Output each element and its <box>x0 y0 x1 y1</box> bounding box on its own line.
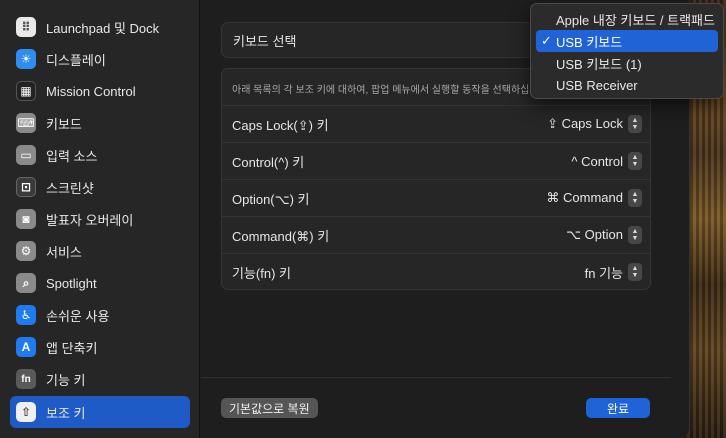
popup-value: ^ Control <box>571 153 623 169</box>
launchpad-icon: ⠿ <box>16 17 36 37</box>
chevron-updown-icon: ▲ ▼ <box>628 152 642 170</box>
modifier-row-caps-lock: Caps Lock(⇪) 키 ⇪ Caps Lock ▲ ▼ <box>222 105 650 142</box>
modifier-keys-panel: 아래 목록의 각 보조 키에 대하여, 팝업 메뉴에서 실행할 동작을 선택하십… <box>221 68 651 290</box>
sidebar-item-label: 앱 단축키 <box>46 340 98 356</box>
fn-popup[interactable]: fn 기능 ▲ ▼ <box>585 263 642 282</box>
sidebar-item-services[interactable]: ⚙ 서비스 <box>10 235 190 267</box>
sidebar-item-label: 입력 소스 <box>46 148 98 164</box>
menu-item-label: USB 키보드 (1) <box>556 56 642 72</box>
control-popup[interactable]: ^ Control ▲ ▼ <box>571 152 642 170</box>
display-icon: ☀ <box>16 49 36 69</box>
accessibility-icon: ♿ <box>16 305 36 325</box>
presenter-overlay-icon: ◙ <box>16 209 36 229</box>
sidebar-item-label: 서비스 <box>46 244 82 260</box>
sidebar-item-keyboard[interactable]: ⌨ 키보드 <box>10 107 190 139</box>
input-sources-icon: ▭ <box>16 145 36 165</box>
row-label: Caps Lock(⇪) 키 <box>232 117 329 133</box>
keyboard-icon: ⌨ <box>16 113 36 133</box>
sidebar-item-label: Spotlight <box>46 275 97 291</box>
sidebar-item-label: 키보드 <box>46 116 82 132</box>
sidebar-item-function-keys[interactable]: fn 기능 키 <box>10 363 190 395</box>
sidebar-item-presenter-overlay[interactable]: ◙ 발표자 오버레이 <box>10 203 190 235</box>
modifier-row-command: Command(⌘) 키 ⌥ Option ▲ ▼ <box>222 216 650 253</box>
sidebar-item-input-sources[interactable]: ▭ 입력 소스 <box>10 139 190 171</box>
menu-item-usb-keyboard[interactable]: ✓ USB 키보드 <box>536 30 718 52</box>
app-shortcuts-icon: A <box>16 337 36 357</box>
modifier-row-fn: 기능(fn) 키 fn 기능 ▲ ▼ <box>222 253 650 289</box>
sidebar-item-modifier-keys[interactable]: ⇧ 보조 키 <box>10 396 190 428</box>
row-label: Control(^) 키 <box>232 154 305 170</box>
sidebar-item-label: 기능 키 <box>46 372 86 388</box>
sidebar-item-spotlight[interactable]: ⌕ Spotlight <box>10 267 190 299</box>
menu-item-usb-receiver[interactable]: USB Receiver <box>536 74 718 96</box>
sidebar-item-label: 손쉬운 사용 <box>46 308 110 324</box>
sidebar-item-accessibility[interactable]: ♿ 손쉬운 사용 <box>10 299 190 331</box>
sidebar-item-label: 스크린샷 <box>46 180 94 196</box>
footer-divider <box>201 377 671 378</box>
keyboard-select-label: 키보드 선택 <box>233 33 297 49</box>
sidebar-item-launchpad-dock[interactable]: ⠿ Launchpad 및 Dock <box>10 11 190 43</box>
option-popup[interactable]: ⌘ Command ▲ ▼ <box>546 189 642 207</box>
sidebar-item-label: Mission Control <box>46 83 136 99</box>
checkmark-icon: ✓ <box>541 33 552 48</box>
chevron-updown-icon: ▲ ▼ <box>628 226 642 244</box>
sidebar-item-label: 디스플레이 <box>46 52 106 68</box>
screenshot-icon: ⊡ <box>16 177 36 197</box>
modifier-row-option: Option(⌥) 키 ⌘ Command ▲ ▼ <box>222 179 650 216</box>
popup-value: ⌘ Command <box>546 190 623 205</box>
modifier-keys-icon: ⇧ <box>16 402 36 422</box>
caps-lock-popup[interactable]: ⇪ Caps Lock ▲ ▼ <box>547 115 642 133</box>
menu-item-label: USB 키보드 <box>556 34 623 50</box>
restore-defaults-button[interactable]: 기본값으로 복원 <box>221 398 318 418</box>
sidebar-item-label: 발표자 오버레이 <box>46 212 134 228</box>
menu-item-usb-keyboard-1[interactable]: USB 키보드 (1) <box>536 52 718 74</box>
chevron-updown-icon: ▲ ▼ <box>628 263 642 281</box>
done-button[interactable]: 완료 <box>586 398 650 418</box>
popup-value: ⇪ Caps Lock <box>547 116 623 131</box>
keyboard-popup-menu: Apple 내장 키보드 / 트랙패드 ✓ USB 키보드 USB 키보드 (1… <box>530 3 724 99</box>
row-label: Option(⌥) 키 <box>232 191 310 207</box>
command-popup[interactable]: ⌥ Option ▲ ▼ <box>566 226 642 244</box>
popup-value: fn 기능 <box>584 265 623 281</box>
menu-item-label: USB Receiver <box>556 77 638 93</box>
function-keys-icon: fn <box>16 369 36 389</box>
sidebar-item-mission-control[interactable]: ▦ Mission Control <box>10 75 190 107</box>
sidebar-item-label: Launchpad 및 Dock <box>46 20 160 36</box>
sidebar-item-label: 보조 키 <box>46 405 86 421</box>
row-label: Command(⌘) 키 <box>232 228 330 244</box>
menu-item-apple-internal-keyboard[interactable]: Apple 내장 키보드 / 트랙패드 <box>536 8 718 30</box>
chevron-updown-icon: ▲ ▼ <box>628 115 642 133</box>
row-label: 기능(fn) 키 <box>232 265 291 281</box>
menu-item-label: Apple 내장 키보드 / 트랙패드 <box>556 12 715 28</box>
sidebar-item-screenshot[interactable]: ⊡ 스크린샷 <box>10 171 190 203</box>
modifier-row-control: Control(^) 키 ^ Control ▲ ▼ <box>222 142 650 179</box>
chevron-updown-icon: ▲ ▼ <box>628 189 642 207</box>
mission-control-icon: ▦ <box>16 81 36 101</box>
sidebar: ⠿ Launchpad 및 Dock ☀ 디스플레이 ▦ Mission Con… <box>0 0 200 438</box>
spotlight-icon: ⌕ <box>16 273 36 293</box>
services-icon: ⚙ <box>16 241 36 261</box>
popup-value: ⌥ Option <box>566 227 623 242</box>
sidebar-item-display[interactable]: ☀ 디스플레이 <box>10 43 190 75</box>
sidebar-item-app-shortcuts[interactable]: A 앱 단축키 <box>10 331 190 363</box>
